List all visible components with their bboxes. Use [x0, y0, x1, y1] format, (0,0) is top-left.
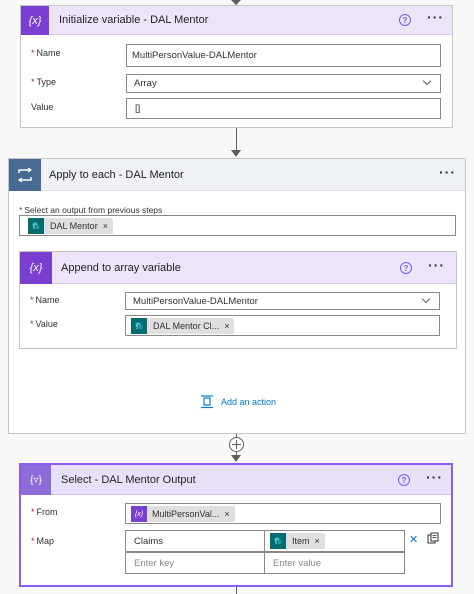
- arrow-down-icon: [231, 455, 241, 462]
- name-label: * Name: [31, 48, 61, 58]
- data-operation-icon: {▿}: [21, 465, 51, 495]
- name-label: * Name: [30, 295, 60, 305]
- map-label: * Map: [31, 536, 55, 546]
- help-icon[interactable]: ?: [399, 14, 411, 26]
- close-icon[interactable]: ×: [315, 536, 320, 546]
- name-dropdown-value: MultiPersonValue-DALMentor: [133, 296, 258, 307]
- arrow-down-icon: [231, 150, 241, 157]
- more-options-icon[interactable]: ···: [427, 10, 444, 24]
- multipersonvalue-token[interactable]: {x} MultiPersonVal... ×: [131, 506, 235, 522]
- name-dropdown[interactable]: MultiPersonValue-DALMentor: [125, 292, 440, 310]
- close-icon[interactable]: ×: [224, 509, 229, 519]
- sharepoint-icon: S: [270, 533, 286, 549]
- help-icon[interactable]: ?: [398, 474, 410, 486]
- value-placeholder: Enter value: [273, 558, 322, 569]
- sharepoint-icon: S: [28, 218, 44, 234]
- type-label: * Type: [31, 77, 57, 87]
- card-title: Apply to each - DAL Mentor: [49, 169, 184, 181]
- key-placeholder: Enter key: [134, 558, 175, 569]
- value-field[interactable]: []: [126, 98, 441, 119]
- connector-bottom: [236, 587, 237, 594]
- plus-icon: [232, 440, 241, 449]
- add-action-label: Add an action: [221, 397, 277, 407]
- value-label: * Value: [30, 319, 58, 329]
- svg-text:S: S: [33, 225, 36, 230]
- insert-step-button[interactable]: [229, 437, 244, 452]
- more-options-icon[interactable]: ···: [439, 165, 456, 179]
- apply-to-each-card[interactable]: Apply to each - DAL Mentor ··· * Select a…: [8, 158, 466, 434]
- from-label: * From: [31, 507, 58, 517]
- dal-mentor-claims-token[interactable]: S DAL Mentor Cl... ×: [131, 318, 235, 334]
- delete-row-icon[interactable]: ✕: [409, 533, 418, 546]
- switch-map-mode-icon[interactable]: [427, 532, 439, 547]
- svg-text:S: S: [275, 540, 278, 545]
- add-action-icon: [201, 395, 213, 409]
- add-action-button[interactable]: Add an action: [199, 395, 276, 409]
- new-key-field[interactable]: Enter key: [125, 552, 265, 574]
- chevron-down-icon: [422, 76, 432, 86]
- initialize-variable-card[interactable]: {x} Initialize variable - DAL Mentor ? ·…: [20, 5, 453, 128]
- apply-to-each-header[interactable]: Apply to each - DAL Mentor ···: [9, 159, 465, 191]
- variable-icon: {x}: [21, 6, 49, 35]
- value-field[interactable]: S DAL Mentor Cl... ×: [125, 315, 440, 336]
- map-key-field[interactable]: Claims: [125, 530, 265, 552]
- append-to-array-header[interactable]: {x} Append to array variable ? ···: [20, 252, 456, 284]
- initialize-variable-header[interactable]: {x} Initialize variable - DAL Mentor ? ·…: [21, 6, 452, 35]
- map-value-field[interactable]: S Item ×: [264, 530, 405, 552]
- map-key-value: Claims: [134, 536, 164, 547]
- card-title: Select - DAL Mentor Output: [61, 474, 196, 486]
- select-card[interactable]: {▿} Select - DAL Mentor Output ? ··· * Fr…: [19, 463, 453, 587]
- variable-icon: {x}: [20, 252, 52, 284]
- type-dropdown-value: Array: [134, 78, 157, 89]
- connector-1: [236, 128, 237, 152]
- more-options-icon[interactable]: ···: [426, 470, 443, 484]
- select-output-field[interactable]: S DAL Mentor ×: [19, 215, 456, 236]
- select-output-label: * Select an output from previous steps: [19, 205, 163, 215]
- append-to-array-card[interactable]: {x} Append to array variable ? ··· * Name…: [19, 251, 457, 349]
- loop-icon: [9, 159, 41, 191]
- type-dropdown[interactable]: Array: [126, 74, 441, 93]
- variable-icon: {x}: [131, 506, 147, 522]
- close-icon[interactable]: ×: [224, 321, 229, 331]
- select-header[interactable]: {▿} Select - DAL Mentor Output ? ···: [21, 465, 451, 495]
- dal-mentor-token[interactable]: S DAL Mentor ×: [28, 218, 113, 234]
- value-field-value: []: [135, 103, 141, 114]
- name-field[interactable]: MultiPersonValue-DALMentor: [126, 44, 441, 67]
- from-field[interactable]: {x} MultiPersonVal... ×: [125, 503, 441, 524]
- item-token[interactable]: S Item ×: [270, 533, 325, 549]
- chevron-down-icon: [421, 294, 431, 304]
- more-options-icon[interactable]: ···: [428, 258, 445, 272]
- card-title: Append to array variable: [61, 262, 181, 274]
- new-value-field[interactable]: Enter value: [264, 552, 405, 574]
- sharepoint-icon: S: [131, 318, 147, 334]
- name-field-value: MultiPersonValue-DALMentor: [132, 50, 257, 61]
- value-label: Value: [31, 102, 54, 112]
- card-title: Initialize variable - DAL Mentor: [59, 14, 209, 26]
- close-icon[interactable]: ×: [103, 221, 108, 231]
- help-icon[interactable]: ?: [400, 262, 412, 274]
- svg-text:S: S: [136, 325, 139, 330]
